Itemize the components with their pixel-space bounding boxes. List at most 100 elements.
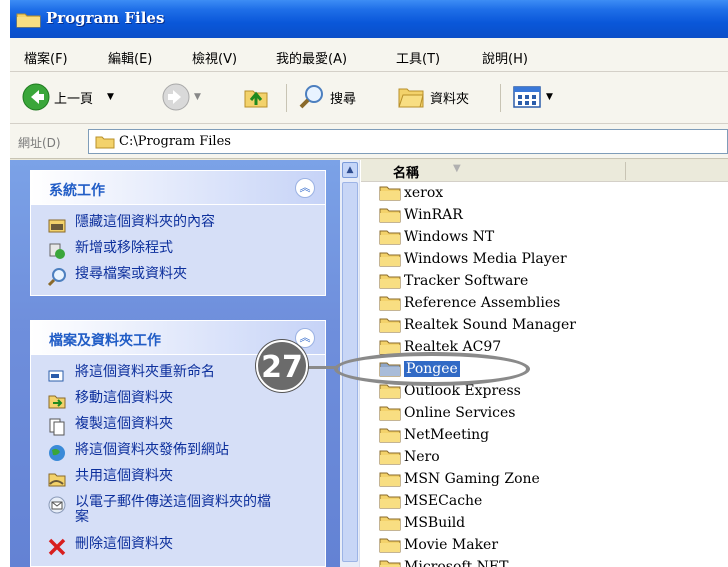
- sort-indicator-icon: ▼: [453, 163, 461, 174]
- window-title: Program Files: [46, 9, 165, 27]
- folder-icon: [379, 428, 401, 443]
- collapse-icon[interactable]: ︽: [295, 178, 315, 198]
- system-tasks-group: 系統工作 ︽ 隱藏這個資料夾的內容 新增或移除程式 搜尋檔案或資料夾: [30, 170, 326, 296]
- file-tasks-title: 檔案及資料夾工作: [49, 333, 161, 349]
- task-label: 刪除這個資料夾: [75, 536, 173, 552]
- back-label: 上一頁: [54, 91, 94, 107]
- list-item-name: Tracker Software: [404, 273, 529, 289]
- folder-icon: [379, 516, 401, 531]
- list-item-name: WinRAR: [404, 207, 463, 223]
- list-item[interactable]: xerox: [378, 182, 443, 204]
- rename-icon: [48, 370, 64, 382]
- task-label: 將這個資料夾發佈到網站: [75, 442, 229, 458]
- folder-icon: [16, 13, 41, 28]
- list-item-name: NetMeeting: [404, 427, 490, 443]
- search-label: 搜尋: [330, 91, 357, 107]
- folder-icon: [379, 450, 401, 465]
- callout-highlight-ring: [334, 352, 530, 386]
- list-item[interactable]: MSECache: [378, 490, 482, 512]
- list-item[interactable]: WinRAR: [378, 204, 463, 226]
- task-label: 將這個資料夾重新命名: [75, 364, 215, 380]
- folder-icon: [379, 538, 401, 553]
- task-label: 共用這個資料夾: [75, 468, 173, 484]
- folder-icon: [379, 472, 401, 487]
- scroll-up-icon[interactable]: ▲: [342, 162, 358, 178]
- views-button[interactable]: ▼: [512, 82, 553, 112]
- list-item-name: Nero: [404, 449, 440, 465]
- folder-icon: [379, 494, 401, 509]
- task-label: 複製這個資料夾: [75, 416, 173, 432]
- folder-icon: [379, 186, 401, 201]
- list-item[interactable]: Movie Maker: [378, 534, 498, 556]
- task-label: 隱藏這個資料夾的內容: [75, 214, 215, 230]
- list-item[interactable]: Reference Assemblies: [378, 292, 560, 314]
- move-folder-icon: [48, 395, 66, 409]
- toolbar-separator: [286, 84, 287, 112]
- forward-button[interactable]: ▼: [162, 82, 201, 112]
- list-item[interactable]: Tracker Software: [378, 270, 528, 292]
- list-item-name: MSN Gaming Zone: [404, 471, 540, 487]
- folders-button[interactable]: 資料夾: [396, 82, 469, 112]
- task-move-folder[interactable]: 移動這個資料夾: [47, 391, 173, 411]
- back-button[interactable]: 上一頁 ▼: [22, 82, 114, 112]
- task-rename-folder[interactable]: 將這個資料夾重新命名: [47, 365, 215, 385]
- address-input[interactable]: C:\Program Files: [88, 129, 728, 154]
- toolbar-separator: [500, 84, 501, 112]
- forward-dropdown-icon[interactable]: ▼: [194, 92, 201, 102]
- task-search-files[interactable]: 搜尋檔案或資料夾: [47, 267, 187, 287]
- views-dropdown-icon[interactable]: ▼: [546, 92, 553, 102]
- list-item[interactable]: Online Services: [378, 402, 515, 424]
- task-share-folder[interactable]: 共用這個資料夾: [47, 469, 173, 489]
- back-arrow-icon: [22, 83, 50, 111]
- task-copy-folder[interactable]: 複製這個資料夾: [47, 417, 173, 437]
- hide-contents-icon: [48, 219, 66, 233]
- system-tasks-header[interactable]: 系統工作 ︽: [31, 171, 325, 205]
- views-icon: [513, 86, 541, 108]
- task-publish-to-web[interactable]: 將這個資料夾發佈到網站: [47, 443, 229, 463]
- folder-icon: [379, 296, 401, 311]
- list-item[interactable]: NetMeeting: [378, 424, 489, 446]
- list-item[interactable]: Windows NT: [378, 226, 494, 248]
- list-item[interactable]: Microsoft NET: [378, 556, 508, 567]
- list-item-name: Movie Maker: [404, 537, 499, 553]
- folder-up-icon: [244, 90, 268, 108]
- up-folder-button[interactable]: [242, 82, 270, 112]
- menu-tools[interactable]: 工具(T): [396, 48, 440, 67]
- column-divider[interactable]: [625, 162, 626, 180]
- list-item-name: MSECache: [404, 493, 483, 509]
- task-email-folder[interactable]: 以電子郵件傳送這個資料夾的檔案: [47, 495, 277, 525]
- list-item-name: xerox: [404, 185, 444, 201]
- task-label: 新增或移除程式: [75, 240, 173, 256]
- address-label: 網址(D): [18, 136, 61, 150]
- menu-file[interactable]: 檔案(F): [24, 48, 68, 67]
- list-item[interactable]: Realtek Sound Manager: [378, 314, 576, 336]
- list-item-name: Reference Assemblies: [404, 295, 561, 311]
- list-item[interactable]: Windows Media Player: [378, 248, 567, 270]
- list-item[interactable]: MSN Gaming Zone: [378, 468, 540, 490]
- address-value: C:\Program Files: [119, 134, 231, 149]
- task-hide-contents[interactable]: 隱藏這個資料夾的內容: [47, 215, 215, 235]
- callout-number-badge: 27: [256, 340, 308, 392]
- system-tasks-title: 系統工作: [49, 183, 105, 199]
- share-folder-icon: [48, 473, 66, 487]
- list-item[interactable]: Nero: [378, 446, 440, 468]
- search-button[interactable]: 搜尋: [298, 82, 356, 112]
- menu-edit[interactable]: 編輯(E): [108, 48, 152, 67]
- search-icon: [299, 85, 323, 109]
- menu-favorites[interactable]: 我的最愛(A): [276, 48, 347, 67]
- task-delete-folder[interactable]: 刪除這個資料夾: [47, 537, 173, 557]
- list-item-name: Windows Media Player: [404, 251, 567, 267]
- delete-icon: [48, 538, 66, 556]
- folder-icon: [379, 230, 401, 245]
- column-header[interactable]: 名稱 ▼: [361, 160, 728, 182]
- list-item-name: MSBuild: [404, 515, 466, 531]
- folder-icon: [379, 406, 401, 421]
- search-icon: [47, 268, 66, 287]
- back-dropdown-icon[interactable]: ▼: [107, 92, 114, 102]
- list-item[interactable]: MSBuild: [378, 512, 465, 534]
- menu-view[interactable]: 檢視(V): [192, 48, 237, 67]
- list-item-name: Online Services: [404, 405, 516, 421]
- folder-icon: [379, 252, 401, 267]
- task-add-remove-programs[interactable]: 新增或移除程式: [47, 241, 173, 261]
- menu-help[interactable]: 說明(H): [482, 48, 528, 67]
